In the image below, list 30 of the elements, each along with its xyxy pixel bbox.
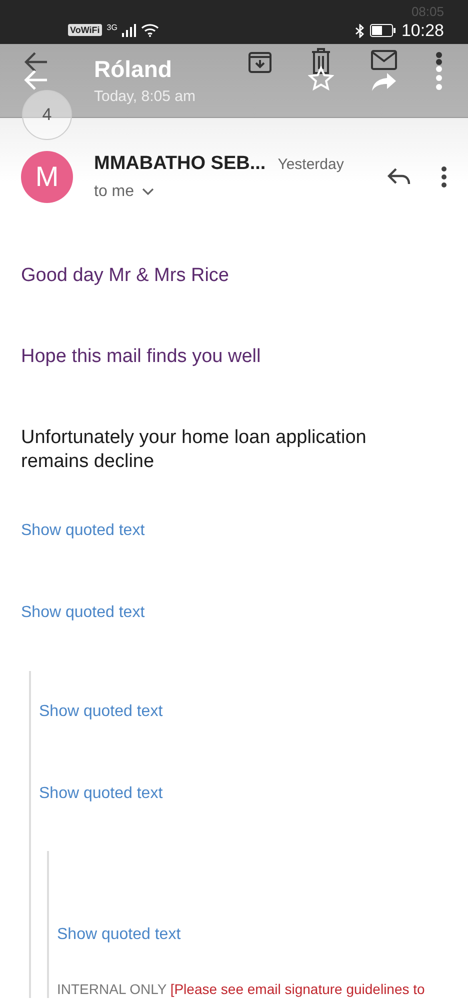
mail-icon[interactable] — [371, 50, 397, 70]
message-paragraph: Unfortunately your home loan application remains decline — [21, 426, 368, 474]
message-date: Yesterday — [278, 156, 344, 173]
more-options-icon[interactable] — [441, 166, 447, 188]
conversation-date: Today, 8:05 am — [94, 88, 196, 105]
battery-icon — [370, 24, 396, 37]
show-quoted-text-link[interactable]: Show quoted text — [21, 603, 145, 623]
show-quoted-text-link[interactable]: Show quoted text — [21, 521, 145, 541]
delete-icon[interactable] — [311, 48, 331, 74]
show-quoted-text-link[interactable]: Show quoted text — [57, 925, 181, 945]
bluetooth-icon — [355, 24, 366, 38]
star-icon[interactable] — [308, 66, 334, 91]
show-quoted-text-link[interactable]: Show quoted text — [39, 702, 163, 722]
back-arrow-icon[interactable] — [24, 51, 48, 73]
wifi-icon — [141, 23, 160, 37]
archive-icon[interactable] — [248, 50, 272, 74]
signature-notice: INTERNAL ONLY [Please see email signature guidelines to — [57, 981, 426, 998]
show-quoted-text-link[interactable]: Show quoted text — [39, 784, 163, 804]
signal-icon — [122, 24, 136, 36]
chevron-down-icon[interactable] — [142, 188, 154, 196]
message-paragraph: Hope this mail finds you well — [21, 345, 262, 369]
reply-icon[interactable] — [387, 168, 411, 186]
recipient-label: to me — [94, 183, 134, 201]
network-type: 3G — [106, 23, 118, 32]
conversation-title: Róland — [94, 56, 172, 83]
sender-avatar: M — [21, 151, 73, 203]
message-paragraph: Good day Mr & Mrs Rice — [21, 264, 230, 288]
wifi-calling-label: VoWiFi — [68, 24, 102, 36]
clock-time: 10:28 — [401, 20, 444, 40]
sender-name: MMABATHO SEB... — [94, 153, 266, 175]
